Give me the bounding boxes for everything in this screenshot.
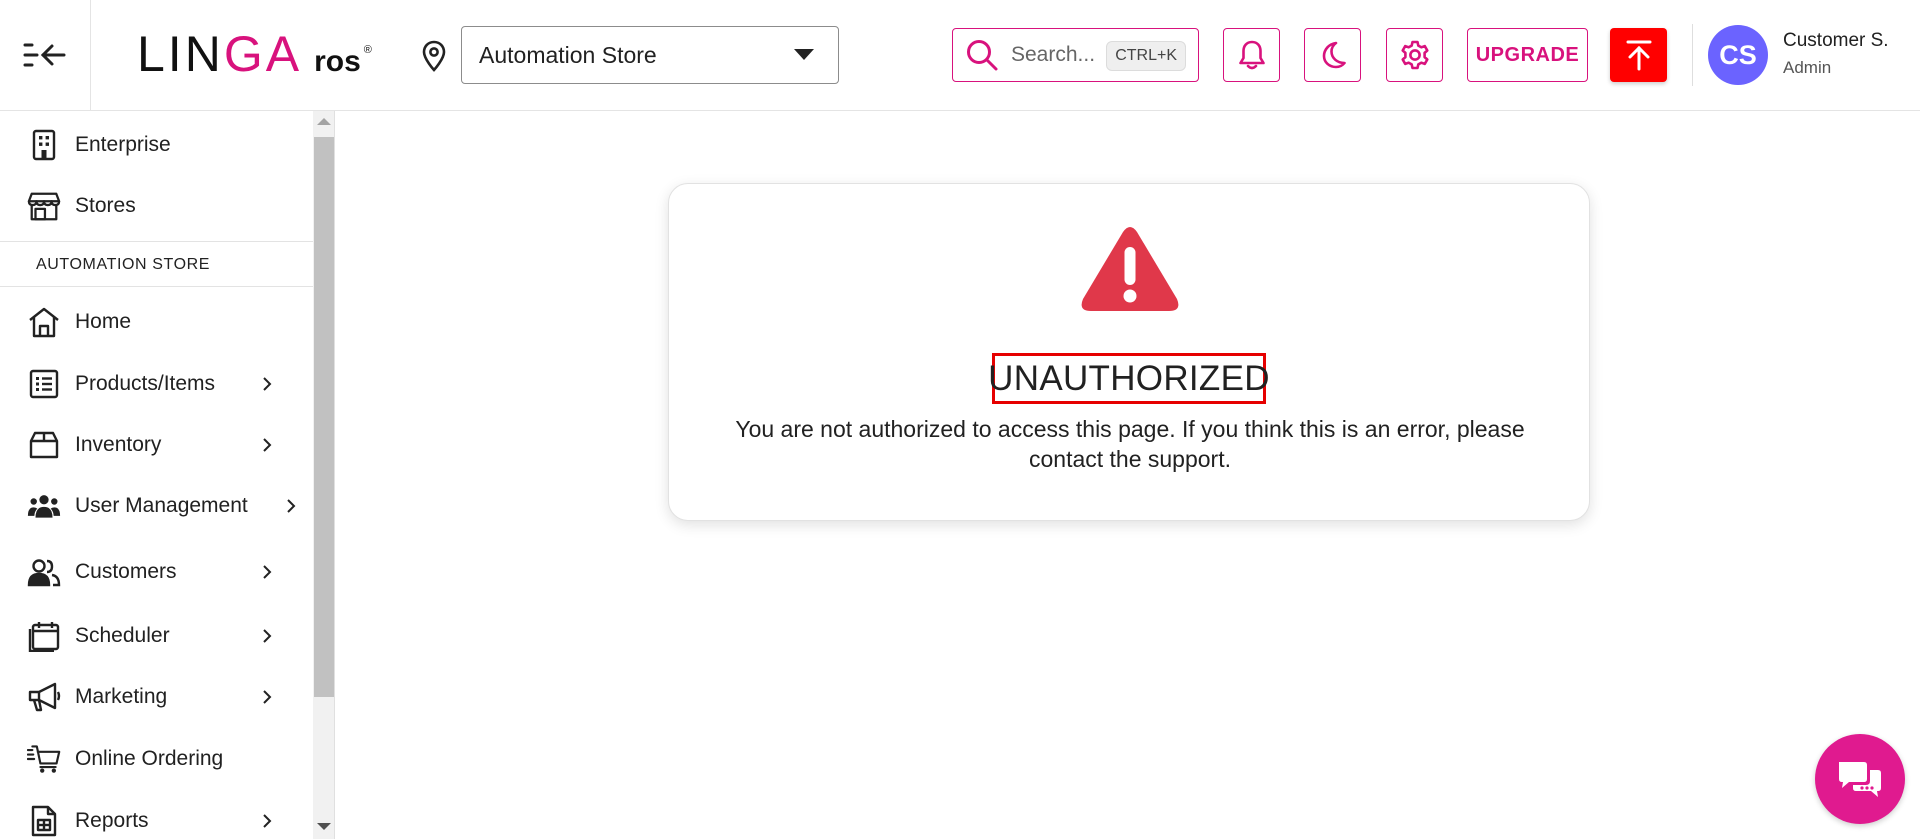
upgrade-button[interactable]: UPGRADE (1467, 28, 1588, 82)
moon-icon (1322, 41, 1346, 69)
top-header: LIN GA ros ® Automation Store Search... C… (0, 0, 1920, 111)
sidebar-item-scheduler[interactable]: Scheduler (0, 608, 313, 664)
home-icon (27, 305, 61, 339)
chevron-right-icon (260, 562, 274, 582)
settings-button[interactable] (1386, 28, 1443, 82)
sidebar-item-inventory[interactable]: Inventory (0, 417, 313, 473)
store-selector-value: Automation Store (479, 41, 657, 68)
sidebar-item-label: Products/Items (75, 372, 216, 395)
header-divider (1692, 24, 1693, 86)
building-icon (27, 128, 61, 162)
sidebar-item-online-ordering[interactable]: Online Ordering (0, 731, 313, 787)
search-input[interactable]: Search... CTRL+K (952, 28, 1199, 82)
chevron-right-icon (260, 435, 274, 455)
list-icon (27, 367, 61, 401)
chevron-right-icon (260, 687, 274, 707)
sidebar-item-enterprise[interactable]: Enterprise (0, 117, 313, 173)
sidebar-item-label: Inventory (75, 433, 162, 456)
chevron-right-icon (284, 496, 298, 516)
user-role: Admin (1783, 58, 1832, 77)
store-selector[interactable]: Automation Store (461, 26, 839, 84)
box-icon (27, 428, 61, 462)
dark-mode-button[interactable] (1304, 28, 1361, 82)
error-title-highlight: UNAUTHORIZED (988, 353, 1270, 404)
sidebar-section-label: AUTOMATION STORE (36, 256, 211, 273)
search-placeholder: Search... (1011, 43, 1096, 66)
sidebar-divider (0, 241, 313, 242)
sidebar-divider (0, 286, 313, 287)
scroll-down-arrow-icon[interactable] (317, 823, 331, 830)
logo-registered-mark: ® (363, 44, 372, 56)
sidebar-item-reports[interactable]: Reports (0, 793, 313, 839)
sidebar-item-customers[interactable]: Customers (0, 544, 313, 600)
unauthorized-card: UNAUTHORIZED You are not authorized to a… (668, 183, 1590, 521)
scroll-up-arrow-icon[interactable] (317, 118, 331, 125)
sidebar-item-label: User Management (75, 494, 248, 517)
bell-icon (1238, 40, 1265, 70)
sidebar-item-label: Scheduler (75, 624, 170, 647)
sidebar-item-products[interactable]: Products/Items (0, 356, 313, 412)
cart-icon (27, 742, 61, 776)
sidebar-item-label: Reports (75, 809, 149, 832)
chevron-right-icon (260, 811, 274, 831)
sidebar-scrollbar-thumb[interactable] (314, 137, 334, 697)
chat-icon (1839, 762, 1881, 797)
users-icon (27, 489, 61, 523)
sidebar-item-label: Online Ordering (75, 747, 224, 770)
upload-icon (1626, 40, 1651, 71)
warning-icon (1081, 227, 1179, 311)
sidebar-item-label: Enterprise (75, 133, 171, 156)
calendar-icon (27, 619, 61, 653)
logo-text-lin: LIN (137, 26, 224, 82)
upload-button[interactable] (1610, 28, 1667, 82)
logo-text-ga: GA (223, 26, 303, 82)
linga-logo[interactable]: LIN GA ros ® (137, 28, 372, 80)
menu-collapse-icon (23, 43, 66, 67)
chat-button[interactable] (1815, 734, 1905, 824)
menu-collapse-button[interactable] (0, 0, 91, 110)
chevron-right-icon (260, 626, 274, 646)
sidebar-item-label: Customers (75, 560, 177, 583)
sidebar-item-marketing[interactable]: Marketing (0, 669, 313, 725)
user-name[interactable]: Customer S. (1783, 30, 1889, 52)
notifications-button[interactable] (1223, 28, 1280, 82)
gear-icon (1400, 40, 1429, 70)
logo-text-ros: ros (314, 45, 361, 78)
store-icon (27, 189, 61, 223)
sidebar-item-label: Stores (75, 194, 136, 217)
location-pin-icon (422, 40, 446, 72)
error-title: UNAUTHORIZED (988, 358, 1270, 398)
sidebar-item-user-management[interactable]: User Management (0, 478, 313, 534)
avatar[interactable]: CS (1708, 25, 1768, 85)
error-message: You are not authorized to access this pa… (735, 416, 1525, 472)
sidebar-item-stores[interactable]: Stores (0, 178, 313, 234)
search-icon (967, 40, 998, 71)
chevron-down-icon (794, 49, 814, 60)
megaphone-icon (27, 680, 61, 714)
customers-icon (27, 555, 61, 589)
sidebar: Enterprise Stores AUTOMATION STORE Home … (0, 111, 313, 839)
chevron-right-icon (260, 374, 274, 394)
sidebar-item-label: Home (75, 310, 132, 333)
sidebar-item-label: Marketing (75, 685, 168, 708)
report-icon (27, 804, 61, 838)
search-shortcut-badge: CTRL+K (1106, 41, 1186, 71)
sidebar-item-home[interactable]: Home (0, 294, 313, 350)
